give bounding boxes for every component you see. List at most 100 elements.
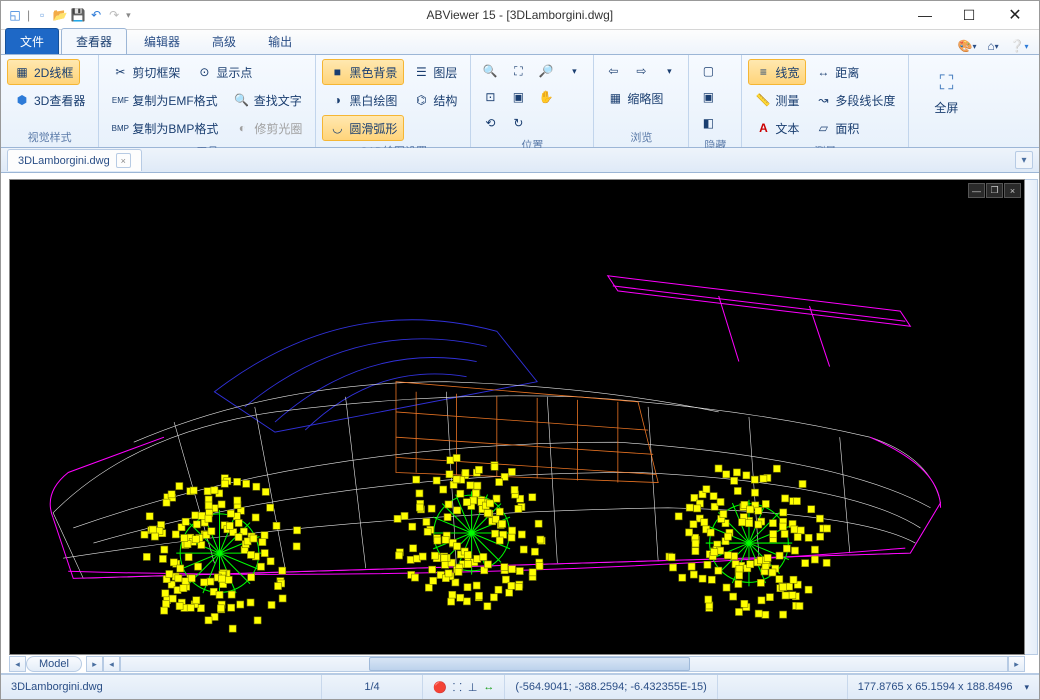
btn-bw-draw[interactable]: ◑黑白绘图 bbox=[322, 87, 404, 113]
btn-smooth-arc[interactable]: ◡圆滑弧形 bbox=[322, 115, 404, 141]
btn-copy-bmp[interactable]: BMP复制为BMP格式 bbox=[105, 115, 225, 141]
btn-rotate[interactable]: ⟲ bbox=[477, 111, 503, 135]
btn-text[interactable]: A文本 bbox=[748, 115, 806, 141]
status-snap-icon[interactable]: ⸬ bbox=[453, 680, 462, 695]
btn-browse-drop[interactable]: ▾ bbox=[656, 59, 682, 83]
btn-zoom-window[interactable]: ⊡ bbox=[477, 85, 503, 109]
new-icon[interactable]: ▫ bbox=[34, 7, 50, 23]
qat-dropdown-icon[interactable]: ▾ bbox=[126, 10, 131, 21]
lbl: 复制为EMF格式 bbox=[132, 92, 217, 109]
settings-icon[interactable]: 🎨▾ bbox=[959, 38, 975, 54]
btn-find-text[interactable]: 🔍查找文字 bbox=[227, 87, 309, 113]
lbl: 测量 bbox=[775, 92, 799, 109]
btn-zoom-drop[interactable]: ▾ bbox=[561, 59, 587, 83]
tab-viewer[interactable]: 查看器 bbox=[61, 28, 127, 54]
group-browse-label: 浏览 bbox=[600, 127, 682, 145]
status-page: 1/4 bbox=[322, 675, 423, 699]
btn-fullscreen-label: 全屏 bbox=[934, 99, 958, 116]
hscroll-right-icon[interactable]: ▸ bbox=[1008, 656, 1025, 672]
doc-tabs-menu-icon[interactable]: ▾ bbox=[1015, 151, 1033, 169]
btn-layers[interactable]: ☰图层 bbox=[406, 59, 464, 85]
btn-measure[interactable]: 📏测量 bbox=[748, 87, 806, 113]
redo-icon[interactable]: ↷ bbox=[106, 7, 122, 23]
vertical-scrollbar[interactable] bbox=[1024, 179, 1038, 655]
btn-polyline-len[interactable]: ↝多段线长度 bbox=[808, 87, 902, 113]
group-cad: ■黑色背景 ☰图层 ◑黑白绘图 ⌬结构 ◡圆滑弧形 CAD绘图设置 bbox=[316, 55, 471, 147]
btn-structure[interactable]: ⌬结构 bbox=[406, 87, 464, 113]
status-tools: 🔴 ⸬ ⊥ ↔ bbox=[423, 675, 505, 699]
thumbnail-icon: ▦ bbox=[607, 90, 623, 106]
lbl: 查找文字 bbox=[254, 92, 302, 109]
btn-3d-viewer[interactable]: ⬢3D查看器 bbox=[7, 87, 92, 113]
close-button[interactable]: ✕ bbox=[991, 1, 1039, 29]
btn-clip-frame[interactable]: ✂剪切框架 bbox=[105, 59, 187, 85]
btn-thumbnail[interactable]: ▦缩略图 bbox=[600, 85, 670, 111]
btn-area[interactable]: ▱面积 bbox=[808, 115, 866, 141]
lbl: 多段线长度 bbox=[835, 92, 895, 109]
btn-3d-viewer-label: 3D查看器 bbox=[34, 92, 85, 109]
status-coords: (-564.9041; -388.2594; -6.432355E-15) bbox=[505, 675, 717, 699]
tab-advanced[interactable]: 高级 bbox=[197, 28, 251, 54]
btn-copy-emf[interactable]: EMF复制为EMF格式 bbox=[105, 87, 224, 113]
btn-zoom-in[interactable]: 🔍 bbox=[477, 59, 503, 83]
arrow-left-icon: ⇦ bbox=[608, 64, 618, 78]
btn-orbit[interactable]: ↻ bbox=[505, 111, 531, 135]
hscroll-left-icon[interactable]: ◂ bbox=[103, 656, 120, 672]
model-tab[interactable]: Model bbox=[26, 656, 82, 672]
btn-zoom-fit[interactable]: ⛶ bbox=[505, 59, 531, 83]
btn-zoom-out[interactable]: 🔎 bbox=[533, 59, 559, 83]
status-grid-icon[interactable]: ↔ bbox=[483, 681, 494, 693]
btn-next[interactable]: ⇨ bbox=[628, 59, 654, 83]
group-hide: ▢ ▣ ◧ 隐藏 bbox=[689, 55, 742, 147]
minimize-button[interactable]: — bbox=[903, 1, 947, 29]
qat-sep: | bbox=[27, 8, 30, 22]
vp-close-icon[interactable]: × bbox=[1004, 183, 1021, 198]
model-prev-icon[interactable]: ◂ bbox=[9, 656, 26, 672]
btn-hide-1[interactable]: ▢ bbox=[695, 59, 721, 83]
lbl: 图层 bbox=[433, 64, 457, 81]
save-icon[interactable]: 💾 bbox=[70, 7, 86, 23]
lbl: 剪切框架 bbox=[132, 64, 180, 81]
btn-prev[interactable]: ⇦ bbox=[600, 59, 626, 83]
style-dropdown-icon[interactable]: ⌂▾ bbox=[985, 38, 1001, 54]
group-measure: ≡线宽 ↔距离 📏测量 ↝多段线长度 A文本 ▱面积 测量 bbox=[742, 55, 909, 147]
model-next-icon[interactable]: ▸ bbox=[86, 656, 103, 672]
drawing-canvas[interactable]: — ❐ × bbox=[9, 179, 1025, 655]
doc-tab-active[interactable]: 3DLamborgini.dwg × bbox=[7, 149, 142, 171]
bw-icon: ◑ bbox=[329, 92, 345, 108]
btn-zoom-extent[interactable]: ▣ bbox=[505, 85, 531, 109]
btn-fullscreen[interactable]: ⛶ 全屏 bbox=[915, 59, 977, 129]
btn-trim-aperture[interactable]: ◐修剪光圈 bbox=[227, 115, 309, 141]
group-fullscreen: ⛶ 全屏 bbox=[909, 55, 983, 147]
status-color-icon[interactable]: 🔴 bbox=[433, 681, 447, 694]
ribbon-tabs: 文件 查看器 编辑器 高级 输出 🎨▾ ⌂▾ ❔▾ bbox=[1, 30, 1039, 55]
lbl: 文本 bbox=[775, 120, 799, 137]
viewport: — ❐ × bbox=[1, 173, 1039, 674]
status-chevron-icon[interactable]: ▾ bbox=[1024, 682, 1029, 693]
hscroll-thumb[interactable] bbox=[369, 657, 690, 671]
hscroll-track[interactable] bbox=[120, 656, 1008, 672]
vp-restore-icon[interactable]: ❐ bbox=[986, 183, 1003, 198]
tab-editor[interactable]: 编辑器 bbox=[129, 28, 195, 54]
tab-file[interactable]: 文件 bbox=[5, 28, 59, 54]
btn-hide-2[interactable]: ▣ bbox=[695, 85, 721, 109]
undo-icon[interactable]: ↶ bbox=[88, 7, 104, 23]
vp-minimize-icon[interactable]: — bbox=[968, 183, 985, 198]
btn-pan[interactable]: ✋ bbox=[533, 85, 559, 109]
linewidth-icon: ≡ bbox=[755, 64, 771, 80]
tab-output[interactable]: 输出 bbox=[253, 28, 307, 54]
btn-linewidth[interactable]: ≡线宽 bbox=[748, 59, 806, 85]
btn-distance[interactable]: ↔距离 bbox=[808, 59, 866, 85]
title-bar: ◱ | ▫ 📂 💾 ↶ ↷ ▾ ABViewer 15 - [3DLamborg… bbox=[1, 1, 1039, 30]
help-icon[interactable]: ❔▾ bbox=[1011, 38, 1027, 54]
btn-2d-wireframe[interactable]: ▦2D线框 bbox=[7, 59, 80, 85]
status-ortho-icon[interactable]: ⊥ bbox=[468, 681, 478, 694]
btn-hide-3[interactable]: ◧ bbox=[695, 111, 721, 135]
btn-show-points[interactable]: ⊙显示点 bbox=[189, 59, 259, 85]
open-icon[interactable]: 📂 bbox=[52, 7, 68, 23]
area-icon: ▱ bbox=[815, 120, 831, 136]
close-tab-icon[interactable]: × bbox=[116, 153, 131, 168]
btn-black-bg[interactable]: ■黑色背景 bbox=[322, 59, 404, 85]
maximize-button[interactable]: ☐ bbox=[947, 1, 991, 29]
horizontal-scrollbar: ◂ Model ▸ ◂ ▸ bbox=[9, 656, 1025, 672]
